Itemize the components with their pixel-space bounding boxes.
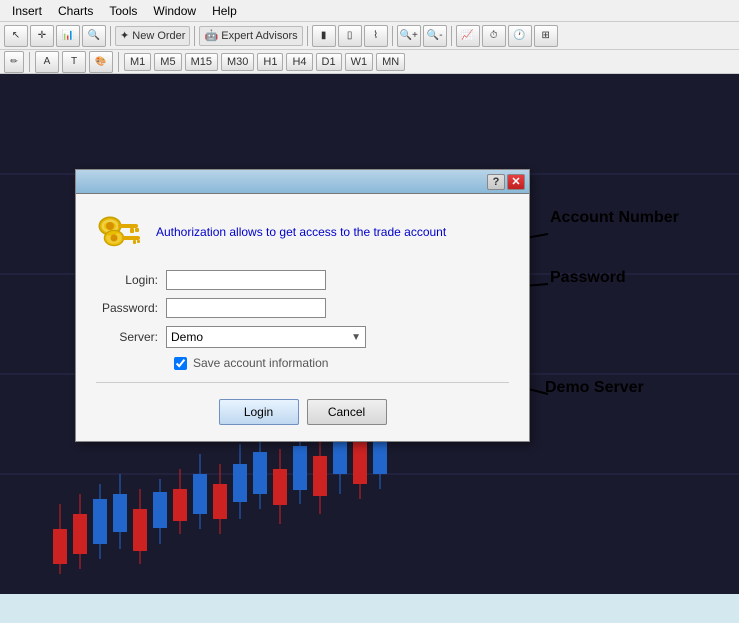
demo-server-annotation: Demo Server: [545, 379, 644, 397]
dialog-close-btn[interactable]: ✕: [507, 174, 525, 190]
tf-mn[interactable]: MN: [376, 53, 405, 71]
candle-btn[interactable]: ▯: [338, 25, 362, 47]
server-dropdown-arrow: ▼: [351, 332, 361, 343]
login-button[interactable]: Login: [219, 399, 299, 425]
menu-insert[interactable]: Insert: [4, 2, 50, 20]
crosshair-btn[interactable]: ✛: [30, 25, 54, 47]
password-input[interactable]: [166, 298, 326, 318]
dialog-separator: [96, 382, 509, 383]
timeframe-toolbar: ✏ A T 🎨 M1 M5 M15 M30 H1 H4 D1 W1 MN: [0, 50, 739, 74]
indicators-btn[interactable]: 📈: [456, 25, 480, 47]
server-label: Server:: [96, 330, 166, 344]
tf-m5[interactable]: M5: [154, 53, 181, 71]
sep7: [118, 52, 119, 72]
menu-window[interactable]: Window: [145, 2, 204, 20]
dialog-buttons: Login Cancel: [96, 391, 509, 429]
text-btn[interactable]: T: [62, 51, 86, 73]
save-account-row: Save account information: [174, 356, 509, 370]
menu-tools[interactable]: Tools: [101, 2, 145, 20]
zoom-in-btn[interactable]: 🔍+: [397, 25, 421, 47]
clock-btn[interactable]: 🕐: [508, 25, 532, 47]
account-number-annotation: Account Number: [550, 209, 679, 227]
bar-chart-btn[interactable]: ▮: [312, 25, 336, 47]
tf-h1[interactable]: H1: [257, 53, 283, 71]
sep6: [29, 52, 30, 72]
login-input[interactable]: [166, 270, 326, 290]
ea-icon: 🤖: [204, 29, 218, 42]
period-btn[interactable]: ⏱: [482, 25, 506, 47]
tf-h4[interactable]: H4: [286, 53, 312, 71]
sep1: [110, 26, 111, 46]
login-label: Login:: [96, 273, 166, 287]
expert-advisors-btn[interactable]: 🤖 Expert Advisors: [199, 26, 302, 46]
grid-btn[interactable]: ⊞: [534, 25, 558, 47]
chart-type-btn[interactable]: 📊: [56, 25, 80, 47]
tf-w1[interactable]: W1: [345, 53, 374, 71]
menu-help[interactable]: Help: [204, 2, 245, 20]
drawing-tool-btn[interactable]: ✏: [4, 51, 24, 73]
cancel-button[interactable]: Cancel: [307, 399, 387, 425]
arrow-tool-btn[interactable]: ↖: [4, 25, 28, 47]
zoom-out-btn[interactable]: 🔍-: [423, 25, 447, 47]
sep5: [451, 26, 452, 46]
save-account-label: Save account information: [193, 356, 328, 370]
server-value: Demo: [171, 330, 203, 344]
tf-m30[interactable]: M30: [221, 53, 254, 71]
password-annotation: Password: [550, 269, 626, 287]
server-select[interactable]: Demo ▼: [166, 326, 366, 348]
save-account-checkbox[interactable]: [174, 357, 187, 370]
sep2: [194, 26, 195, 46]
main-toolbar: ↖ ✛ 📊 🔍 ✦ New Order 🤖 Expert Advisors ▮ …: [0, 22, 739, 50]
server-field-row: Server: Demo ▼: [96, 326, 509, 348]
line-btn[interactable]: ⌇: [364, 25, 388, 47]
dialog-titlebar: ? ✕: [76, 170, 529, 194]
login-dialog: ? ✕: [75, 169, 530, 442]
sep4: [392, 26, 393, 46]
chart-area: Account Number Password Demo Server ? ✕: [0, 74, 739, 594]
password-label: Password:: [96, 301, 166, 315]
dialog-help-btn[interactable]: ?: [487, 174, 505, 190]
dialog-message: Authorization allows to get access to th…: [156, 224, 446, 241]
tf-m15[interactable]: M15: [185, 53, 218, 71]
keys-icon: [96, 210, 144, 254]
new-order-btn[interactable]: ✦ New Order: [115, 26, 190, 46]
password-field-row: Password:: [96, 298, 509, 318]
dialog-content: Authorization allows to get access to th…: [76, 194, 529, 441]
color-btn[interactable]: 🎨: [89, 51, 113, 73]
new-order-icon: ✦: [120, 29, 129, 42]
tf-m1[interactable]: M1: [124, 53, 151, 71]
font-btn[interactable]: A: [35, 51, 59, 73]
zoom-btn[interactable]: 🔍: [82, 25, 106, 47]
dialog-header: Authorization allows to get access to th…: [96, 210, 509, 254]
tf-d1[interactable]: D1: [316, 53, 342, 71]
sep3: [307, 26, 308, 46]
menu-charts[interactable]: Charts: [50, 2, 101, 20]
login-field-row: Login:: [96, 270, 509, 290]
menu-bar: Insert Charts Tools Window Help: [0, 0, 739, 22]
